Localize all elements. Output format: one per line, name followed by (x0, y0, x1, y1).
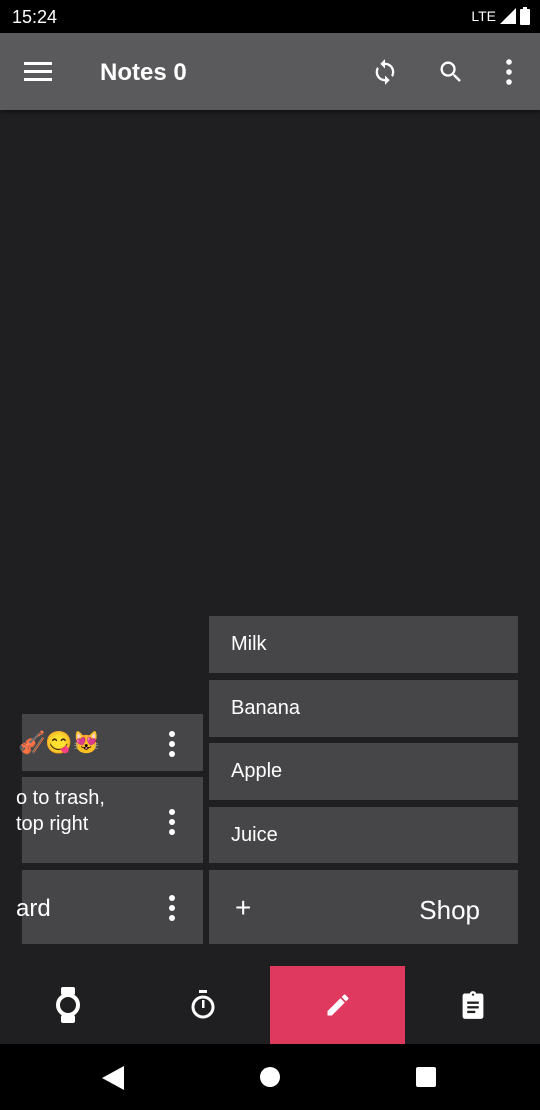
menu-icon[interactable] (22, 56, 54, 88)
note-menu-icon[interactable] (166, 729, 178, 759)
nav-timer[interactable] (135, 966, 270, 1044)
note-card[interactable]: o to trash, top right (16, 777, 203, 863)
shopping-item[interactable]: Banana (209, 680, 518, 737)
clipboard-icon (462, 991, 483, 1019)
home-icon[interactable] (259, 1066, 281, 1088)
note-card[interactable]: ard (16, 870, 203, 944)
bottom-navigation (0, 966, 540, 1044)
nav-notes[interactable] (270, 966, 405, 1044)
back-icon[interactable] (102, 1066, 124, 1090)
nav-checklist[interactable] (405, 966, 540, 1044)
network-label: LTE (471, 8, 496, 24)
shopping-item[interactable]: Juice (209, 807, 518, 863)
battery-icon (520, 7, 530, 25)
shopping-item[interactable]: Apple (209, 743, 518, 800)
note-card[interactable]: 🎻😋😻 (18, 714, 203, 771)
note-menu-icon[interactable] (166, 807, 178, 837)
shopping-item[interactable]: Milk (209, 616, 518, 673)
page-title: Notes 0 (100, 59, 187, 86)
system-navigation-bar (0, 1044, 540, 1110)
note-text: 🎻😋😻 (18, 730, 101, 755)
status-time: 15:24 (12, 7, 58, 27)
note-text: o to trash, top right (16, 787, 105, 835)
signal-icon (500, 8, 516, 24)
recents-icon[interactable] (416, 1067, 436, 1087)
shopping-item-label: Apple (231, 760, 283, 782)
nav-watch[interactable] (0, 966, 135, 1044)
shopping-list-card[interactable]: + Shop (209, 870, 518, 944)
sync-icon[interactable] (369, 56, 401, 88)
stopwatch-icon (191, 990, 214, 1019)
status-icons: LTE (471, 7, 530, 25)
note-text: ard (16, 895, 51, 922)
shopping-item-label: Juice (231, 824, 278, 846)
shopping-item-label: Banana (231, 697, 300, 719)
shopping-item-label: Milk (231, 633, 267, 655)
app-toolbar: Notes 0 (0, 33, 540, 110)
add-item-button[interactable]: + (235, 892, 251, 924)
status-bar: 15:24 LTE (0, 0, 540, 33)
note-menu-icon[interactable] (166, 893, 178, 923)
pencil-icon (327, 994, 349, 1016)
shopping-list-title: Shop (419, 895, 480, 925)
watch-icon (55, 987, 80, 1023)
overflow-menu-icon[interactable] (493, 56, 525, 88)
search-icon[interactable] (435, 56, 467, 88)
